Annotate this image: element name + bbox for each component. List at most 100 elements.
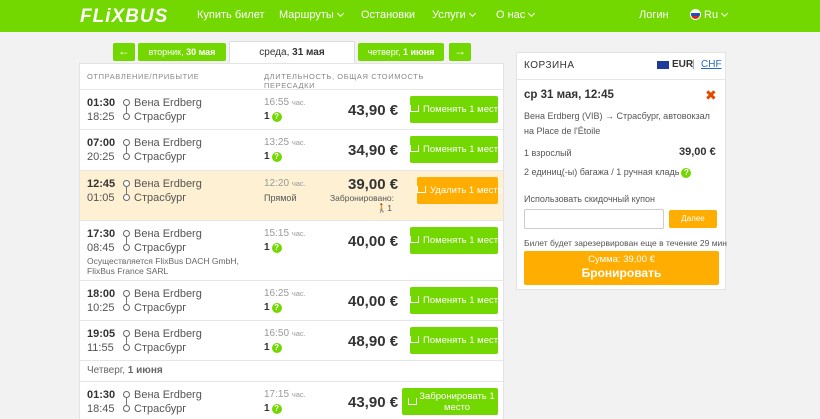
arrival-time: 01:05 [87,192,115,204]
table-row[interactable]: 01:30 18:25 Вена Erdberg Страсбург 16:55… [80,89,503,129]
book-button[interactable]: Сумма: 39,00 € Бронировать [524,251,719,285]
departure-time: 12:45 [87,178,116,190]
button-label: Поменять 1 место [423,335,504,346]
question-icon[interactable]: ? [271,343,282,353]
date-tab-current[interactable]: среда, 31 мая [229,41,355,63]
stop-circle-icon [123,194,130,201]
cart-panel: КОРЗИНА EUR | CHF ср 31 мая, 12:45 ✖ Вен… [516,52,727,290]
baggage-text: 2 единиц(-ы) багажа / 1 ручная кладь [524,167,680,177]
reserved-count: 🚶1 [330,203,392,213]
change-seat-button[interactable]: Поменять 1 место [410,136,503,163]
transfers: 1? [264,151,282,162]
section-date: 1 июня [127,365,163,376]
table-row[interactable]: 19:05 11:55 Вена Erdberg Страсбург 16:50… [80,320,503,360]
language-selector[interactable]: Ru [690,9,729,21]
stop-circle-icon [123,391,130,398]
table-row[interactable]: 18:00 10:25 Вена Erdberg Страсбург 16:25… [80,280,503,320]
duration-unit: час. [291,329,306,338]
transfers-count: 1 [264,151,270,162]
transfers-count: 1 [264,242,270,253]
book-sum: Сумма: 39,00 € [588,254,655,265]
arrival-time: 18:25 [87,111,115,123]
table-row[interactable]: 07:00 20:25 Вена Erdberg Страсбург 13:25… [80,129,503,170]
stop-circle-icon [123,153,130,160]
departure-time: 17:30 [87,228,116,240]
station-to: Страсбург [134,342,187,354]
chevron-down-icon [721,9,729,18]
date-tab-date: 1 июня [403,47,435,57]
nav-login[interactable]: Логин [639,9,669,21]
route-line [123,391,131,413]
station-to: Страсбург [134,151,187,163]
button-label: Поменять 1 место [423,104,504,115]
coupon-input[interactable] [524,209,664,229]
route-connector [126,106,127,113]
price: 40,00 € [348,293,399,310]
next-day-button[interactable]: → [449,43,471,61]
station-from: Вена Erdberg [134,328,202,340]
change-seat-button[interactable]: Поменять 1 место [410,227,503,254]
stop-circle-icon [123,304,130,311]
question-icon[interactable]: ? [271,112,282,122]
currency-chf-link[interactable]: CHF [701,59,722,70]
day-section-header: Четверг, 1 июня [80,360,503,381]
duration-value: 17:15 [264,389,290,400]
route-line [123,290,131,312]
duration-value: 16:50 [264,328,290,339]
button-label: Забронировать 1 [419,391,495,402]
transfers: 1? [264,111,282,122]
nav-routes[interactable]: Маршруты [279,9,344,21]
table-row-selected[interactable]: 12:45 01:05 Вена Erdberg Страсбург 12:20… [80,170,503,220]
section-label: Четверг, 1 июня [87,365,163,376]
nav-label: Маршруты [279,9,334,21]
station-from: Вена Erdberg [134,228,202,240]
nav-services[interactable]: Услуги [432,9,476,21]
remove-seat-button[interactable]: Удалить 1 место [417,177,503,204]
flixbus-logo[interactable]: FLiXBUS [80,6,168,28]
arrival-time: 10:25 [87,302,115,314]
change-seat-button[interactable]: Поменять 1 место [410,96,503,123]
nav-about[interactable]: О нас [496,9,536,21]
change-seat-button[interactable]: Поменять 1 место [410,327,503,354]
question-icon[interactable]: ? [271,404,282,414]
currency-separator: | [692,59,695,70]
route-line [123,99,131,121]
route-connector [126,146,127,153]
question-icon[interactable]: ? [271,303,282,313]
book-seat-button[interactable]: Забронировать 1 место [402,388,498,415]
stop-circle-icon [123,330,130,337]
coupon-submit-button[interactable]: Далее [669,210,717,228]
cart-icon [410,296,419,303]
button-label: Удалить 1 место [430,185,503,196]
nav-buy-ticket[interactable]: Купить билет [197,9,265,21]
stop-circle-icon [123,344,130,351]
operator-line: FlixBus France SARL [87,266,169,276]
question-icon[interactable]: ? [271,243,282,253]
nav-stops[interactable]: Остановки [361,9,415,21]
col-header-route: ОТПРАВЛЕНИЕ/ПРИБЫТИЕ [87,72,200,81]
date-tab-prev[interactable]: вторник, 30 мая [138,43,226,61]
close-icon[interactable]: ✖ [705,87,717,104]
transfers-count: 1 [264,111,270,122]
table-row[interactable]: 01:30 18:45 Вена Erdberg Страсбург 17:15… [80,381,503,419]
table-row[interactable]: 17:30 08:45 Вена Erdberg Страсбург Осуще… [80,220,503,280]
person-icon: 🚶 [376,203,388,213]
route-connector [126,297,127,304]
stop-circle-icon [123,99,130,106]
station-from: Вена Erdberg [134,97,202,109]
price: 43,90 € [348,394,399,411]
cart-icon [410,336,419,343]
station-from: Вена Erdberg [134,178,202,190]
station-from: Вена Erdberg [134,288,202,300]
question-icon[interactable]: ? [271,152,282,162]
currency-eur[interactable]: EUR [672,59,693,70]
prev-day-button[interactable]: ← [113,43,135,61]
trip-date: ср 31 мая, 12:45 [524,89,614,101]
change-seat-button[interactable]: Поменять 1 место [410,287,503,314]
route-connector [126,337,127,344]
date-tab-next[interactable]: четверг, 1 июня [358,43,444,61]
question-icon[interactable]: ? [681,168,692,178]
price: 34,90 € [348,142,399,159]
route-line [123,330,131,352]
cart-icon [417,186,426,193]
